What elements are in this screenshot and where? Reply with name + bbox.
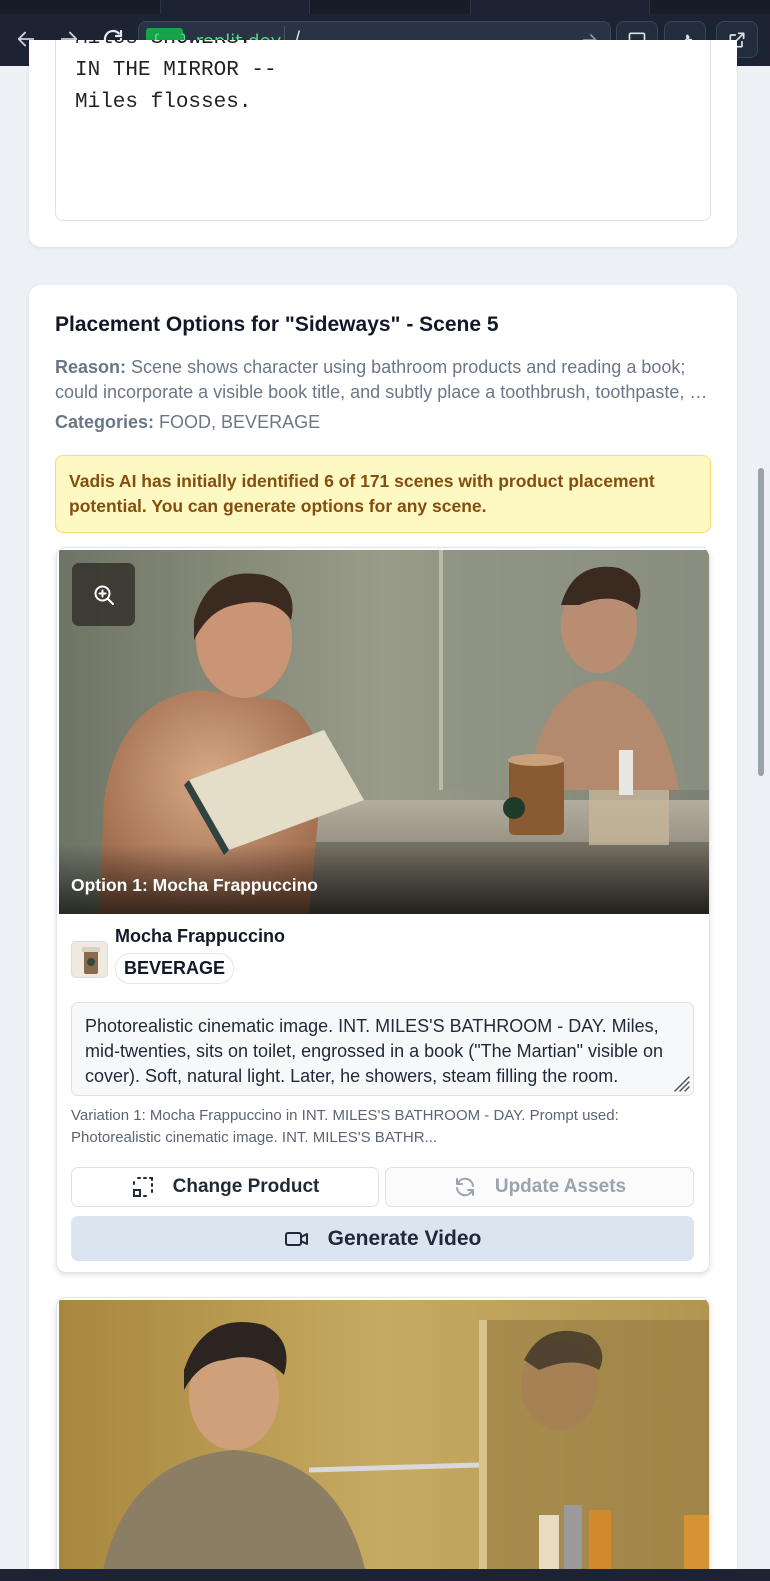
script-text: Miles SHOWERS. IN THE MIRROR -- Miles fl… [75,40,277,114]
prompt-textarea[interactable]: Photorealistic cinematic image. INT. MIL… [71,1002,694,1096]
option-caption: Option 1: Mocha Frappuccino [71,875,318,895]
variation-description: Variation 1: Mocha Frappuccino in INT. M… [71,1107,619,1146]
scan-icon [132,1177,153,1197]
zoom-button[interactable] [72,563,135,626]
zoom-in-icon [94,585,114,605]
change-product-label: Change Product [172,1176,320,1197]
video-camera-icon [284,1231,308,1246]
option-image[interactable]: Option 1: Mocha Frappuccino [59,550,709,914]
update-assets-label: Update Assets [494,1176,627,1197]
generate-video-button[interactable]: Generate Video [71,1216,694,1261]
browser-tab[interactable] [470,0,650,14]
update-assets-button[interactable]: Update Assets [385,1167,694,1207]
product-category-badge: BEVERAGE [115,953,235,984]
change-product-button[interactable]: Change Product [71,1167,379,1207]
placement-title: Placement Options for "Sideways" - Scene… [55,313,499,336]
placement-reason: Reason: Scene shows character using bath… [55,355,715,405]
placement-option-card: Option 1: Mocha Frappuccino Mocha Frappu… [56,547,710,1273]
window-bottom-edge [0,1569,770,1581]
placement-categories: Categories: FOOD, BEVERAGE [55,412,320,433]
scrollbar-track[interactable] [756,66,770,1581]
categories-label: Categories: [55,412,155,432]
reason-text: Scene shows character using bathroom pro… [55,357,706,402]
generate-video-label: Generate Video [327,1226,482,1250]
resize-grip-icon[interactable] [669,1071,691,1093]
option-image[interactable] [59,1300,709,1581]
script-excerpt-box[interactable]: Miles SHOWERS. IN THE MIRROR -- Miles fl… [55,40,711,221]
scenes-notice: Vadis AI has initially identified 6 of 1… [55,455,711,533]
product-name: Mocha Frappuccino [115,926,286,946]
refresh-icon [455,1177,474,1197]
reason-label: Reason: [55,357,127,377]
tab-strip [0,0,770,14]
categories-value: FOOD, BEVERAGE [159,412,321,432]
prompt-text: Photorealistic cinematic image. INT. MIL… [85,1016,664,1086]
product-thumbnail [71,941,108,978]
option-caption-overlay: Option 1: Mocha Frappuccino [59,844,709,914]
scrollbar-thumb[interactable] [758,468,764,776]
placement-option-card [56,1297,710,1581]
browser-tab[interactable] [160,0,310,14]
